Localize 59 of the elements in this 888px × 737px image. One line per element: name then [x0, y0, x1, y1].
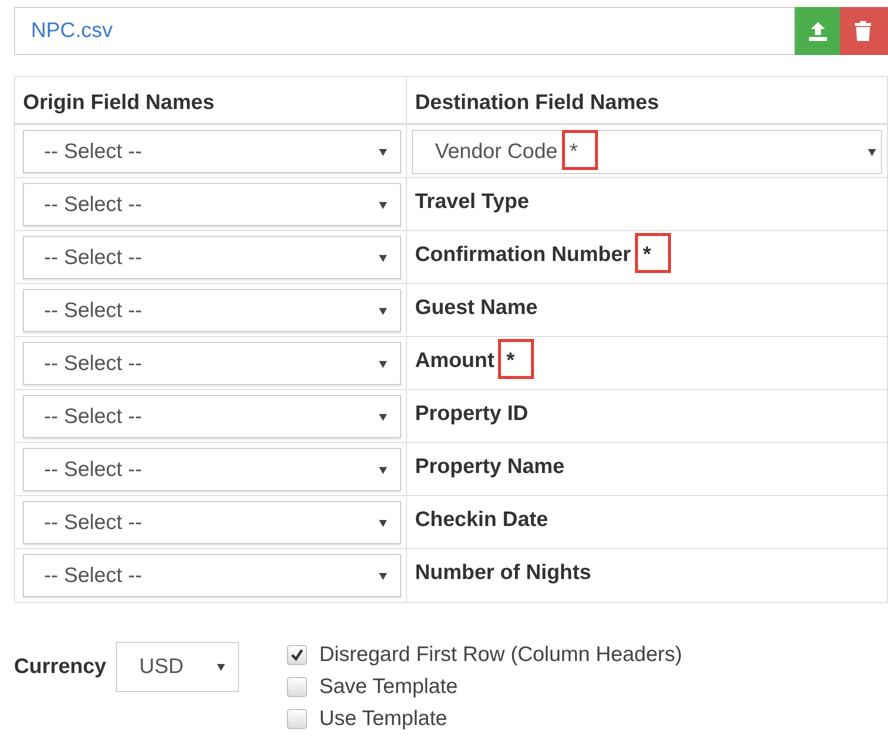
select-value: -- Select -- — [44, 350, 142, 377]
field-name: Checkin Date — [415, 507, 548, 533]
origin-select[interactable]: -- Select -- — [23, 236, 401, 279]
trash-icon — [854, 20, 872, 42]
caret-icon — [378, 570, 388, 580]
caret-icon — [378, 464, 388, 474]
origin-select[interactable]: -- Select -- — [23, 183, 401, 226]
checkbox[interactable] — [287, 709, 308, 729]
destination-select[interactable]: Vendor Code * — [412, 130, 882, 174]
caret-icon — [378, 146, 388, 156]
file-name-field[interactable]: NPC.csv — [14, 7, 795, 55]
origin-select[interactable]: -- Select -- — [23, 448, 401, 491]
select-value: -- Select -- — [44, 562, 142, 589]
origin-select[interactable]: -- Select -- — [23, 342, 401, 385]
currency-label: Currency — [14, 654, 106, 680]
field-name: Amount — [415, 348, 494, 374]
checkbox-label: Disregard First Row (Column Headers) — [319, 642, 682, 668]
required-asterisk: * — [570, 140, 578, 164]
select-value: -- Select -- — [44, 404, 142, 430]
checkbox[interactable] — [287, 677, 308, 697]
check-icon — [290, 648, 304, 662]
field-name: Property Name — [415, 454, 564, 480]
column-header: Origin Field Names — [15, 77, 407, 123]
checkbox[interactable] — [287, 645, 308, 665]
checkbox-label: Use Template — [319, 706, 448, 732]
field-name: Property ID — [415, 401, 528, 427]
origin-select[interactable]: -- Select -- — [23, 554, 401, 597]
column-header: Destination Field Names — [414, 90, 660, 116]
select-value: -- Select -- — [44, 456, 142, 483]
upload-icon — [806, 20, 828, 42]
select-value: -- Select -- — [44, 510, 142, 536]
origin-select[interactable]: -- Select -- — [23, 501, 401, 544]
select-value: Vendor Code — [435, 139, 558, 166]
select-value: USD — [139, 654, 184, 680]
origin-select[interactable]: -- Select -- — [23, 289, 401, 332]
select-value: -- Select -- — [44, 244, 142, 271]
field-name: Confirmation Number — [415, 242, 631, 268]
caret-icon — [216, 662, 226, 672]
caret-icon — [378, 252, 388, 262]
caret-icon — [378, 306, 388, 316]
select-value: -- Select -- — [44, 298, 142, 324]
select-value: -- Select -- — [44, 192, 142, 218]
caret-icon — [378, 358, 388, 368]
caret-icon — [378, 200, 388, 210]
checkbox-label: Save Template — [319, 674, 458, 700]
required-asterisk: * — [506, 349, 515, 372]
select-value: -- Select -- — [44, 138, 142, 165]
field-name: Guest Name — [415, 295, 538, 321]
delete-button[interactable] — [840, 7, 888, 55]
caret-icon — [378, 412, 388, 422]
upload-button[interactable] — [795, 7, 840, 55]
origin-select[interactable]: -- Select -- — [23, 395, 401, 438]
caret-icon — [378, 518, 388, 528]
field-name: Travel Type — [415, 189, 530, 215]
currency-select[interactable]: USD — [116, 642, 240, 692]
field-name: Number of Nights — [415, 560, 592, 586]
required-asterisk: * — [642, 243, 652, 266]
origin-select[interactable]: -- Select -- — [23, 130, 401, 173]
caret-icon — [867, 147, 877, 157]
